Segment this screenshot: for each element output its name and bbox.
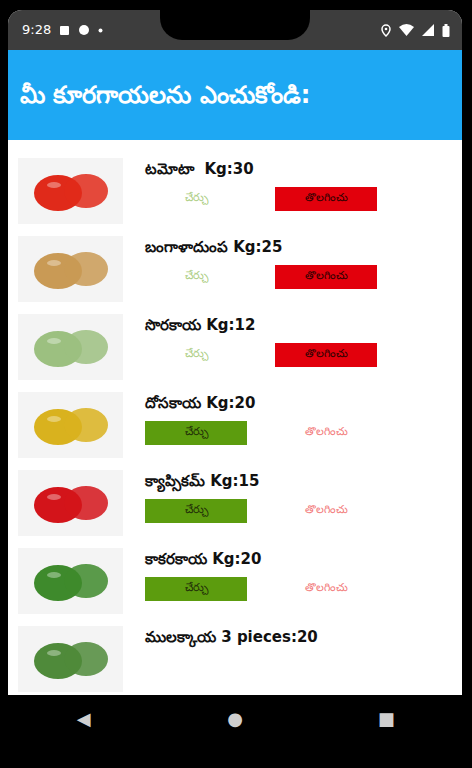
vegetable-icon — [26, 319, 116, 375]
vegetable-label: కాకరకాయ Kg:20 — [145, 548, 377, 571]
button-row: చేర్చు తొలగించు — [145, 499, 377, 523]
vegetable-row: సొరకాయ Kg:12 చేర్చు తొలగించు — [8, 314, 462, 392]
vegetable-info: ములక్కాయ 3 pieces:20 — [145, 626, 318, 655]
vegetable-row: టమోటా Kg:30 చేర్చు తొలగించు — [8, 158, 462, 236]
battery-icon — [442, 24, 450, 37]
vegetable-label: టమోటా Kg:30 — [145, 158, 377, 181]
vegetable-icon — [26, 241, 116, 297]
status-time: 9:28 — [22, 20, 51, 40]
vegetable-icon — [26, 475, 116, 531]
status-right — [381, 24, 450, 37]
recents-button[interactable]: ■ — [366, 705, 406, 732]
vegetable-icon — [26, 163, 116, 219]
home-button[interactable]: ● — [215, 705, 255, 732]
vegetable-label: క్యాప్సికమ్ Kg:15 — [145, 470, 377, 493]
phone-screen: 9:28 మీ కూరగాయలను ఎంచుకోండి: టమోటా Kg:30 చే… — [8, 10, 462, 742]
button-row: చేర్చు తొలగించు — [145, 343, 377, 367]
vegetable-icon — [26, 553, 116, 609]
app-title: మీ కూరగాయలను ఎంచుకోండి: — [8, 50, 462, 140]
wifi-icon — [399, 24, 414, 36]
navigation-bar: ◀ ● ■ — [8, 695, 462, 742]
vegetable-photo — [18, 470, 123, 536]
location-icon — [381, 24, 391, 37]
add-button: చేర్చు — [145, 343, 247, 367]
phone-frame: 9:28 మీ కూరగాయలను ఎంచుకోండి: టమోటా Kg:30 చే… — [0, 0, 472, 768]
vegetable-info: బంగాళాదుంప Kg:25 చేర్చు తొలగించు — [145, 236, 377, 289]
remove-button[interactable]: తొలగించు — [275, 187, 377, 211]
vegetable-icon — [26, 631, 116, 687]
vegetable-info: సొరకాయ Kg:12 చేర్చు తొలగించు — [145, 314, 377, 367]
vegetable-info: కాకరకాయ Kg:20 చేర్చు తొలగించు — [145, 548, 377, 601]
vegetable-info: టమోటా Kg:30 చేర్చు తొలగించు — [145, 158, 377, 211]
vegetable-photo — [18, 392, 123, 458]
button-row: చేర్చు తొలగించు — [145, 187, 377, 211]
vegetable-photo — [18, 236, 123, 302]
vegetable-row: ములక్కాయ 3 pieces:20 — [8, 626, 462, 695]
notification-icon — [59, 25, 70, 36]
signal-icon — [422, 24, 434, 36]
add-button[interactable]: చేర్చు — [145, 499, 247, 523]
vegetable-photo — [18, 314, 123, 380]
vegetable-label: సొరకాయ Kg:12 — [145, 314, 377, 337]
vegetable-photo — [18, 158, 123, 224]
button-row: చేర్చు తొలగించు — [145, 265, 377, 289]
remove-button: తొలగించు — [275, 421, 377, 445]
vegetable-row: క్యాప్సికమ్ Kg:15 చేర్చు తొలగించు — [8, 470, 462, 548]
add-button[interactable]: చేర్చు — [145, 577, 247, 601]
add-button: చేర్చు — [145, 265, 247, 289]
vegetable-label: దోసకాయ Kg:20 — [145, 392, 377, 415]
vegetable-info: క్యాప్సికమ్ Kg:15 చేర్చు తొలగించు — [145, 470, 377, 523]
vegetable-photo — [18, 548, 123, 614]
vegetable-row: కాకరకాయ Kg:20 చేర్చు తొలగించు — [8, 548, 462, 626]
vegetable-list: టమోటా Kg:30చేర్చుతొలగించుబంగాళాదుంప Kg:2… — [8, 140, 462, 695]
vegetable-row: బంగాళాదుంప Kg:25 చేర్చు తొలగించు — [8, 236, 462, 314]
vegetable-label: ములక్కాయ 3 pieces:20 — [145, 626, 318, 649]
dot-icon — [98, 28, 103, 33]
back-button[interactable]: ◀ — [64, 705, 104, 732]
vegetable-info: దోసకాయ Kg:20 చేర్చు తొలగించు — [145, 392, 377, 445]
camera-notch — [160, 10, 310, 40]
vegetable-photo — [18, 626, 123, 692]
vegetable-icon — [26, 397, 116, 453]
status-left: 9:28 — [22, 20, 103, 40]
sync-icon — [78, 24, 90, 36]
vegetable-label: బంగాళాదుంప Kg:25 — [145, 236, 377, 259]
add-button: చేర్చు — [145, 187, 247, 211]
remove-button: తొలగించు — [275, 577, 377, 601]
remove-button[interactable]: తొలగించు — [275, 265, 377, 289]
button-row: చేర్చు తొలగించు — [145, 421, 377, 445]
remove-button[interactable]: తొలగించు — [275, 343, 377, 367]
remove-button: తొలగించు — [275, 499, 377, 523]
vegetable-row: దోసకాయ Kg:20 చేర్చు తొలగించు — [8, 392, 462, 470]
add-button[interactable]: చేర్చు — [145, 421, 247, 445]
button-row: చేర్చు తొలగించు — [145, 577, 377, 601]
